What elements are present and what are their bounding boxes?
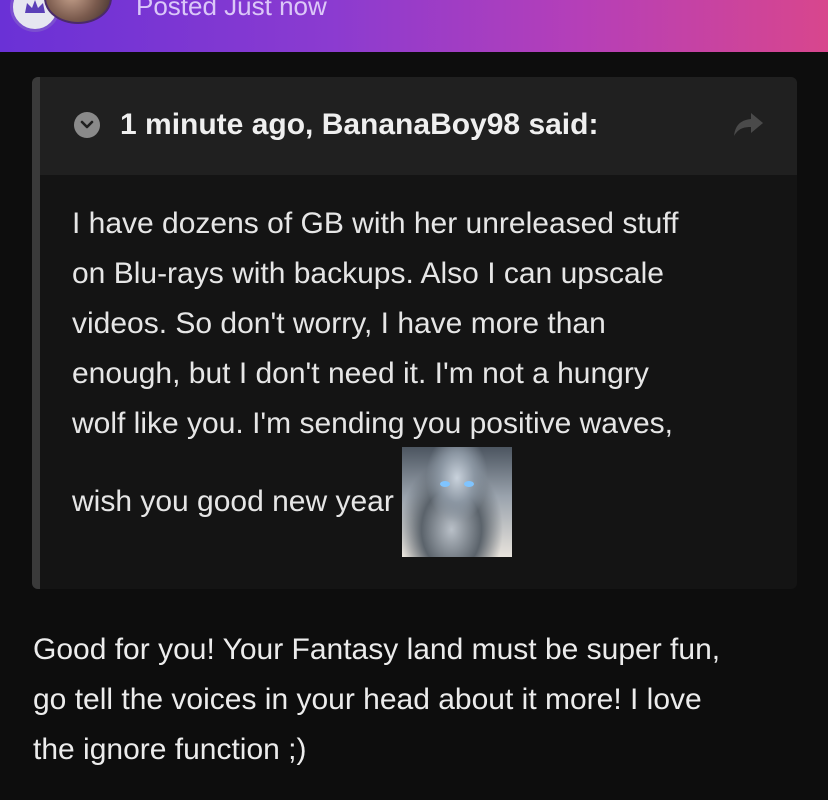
forum-post-page: Posted Just now 1 minute ago, BananaBoy9… [0, 0, 828, 800]
quote-line: on Blu-rays with backups. Also I can ups… [72, 257, 664, 290]
image-eye-left [439, 481, 450, 487]
reply-line: go tell the voices in your head about it… [33, 683, 702, 716]
image-eye-right [463, 481, 474, 487]
quote-header: 1 minute ago, BananaBoy98 said: [40, 77, 797, 175]
reply-line: Good for you! Your Fantasy land must be … [33, 633, 721, 666]
quote-line: videos. So don't worry, I have more than [72, 307, 606, 340]
quote-last-line: wish you good new year [72, 485, 394, 518]
reply-text: Good for you! Your Fantasy land must be … [33, 625, 803, 775]
quote-body: I have dozens of GB with her unreleased … [72, 199, 772, 557]
quote-line: wolf like you. I'm sending you positive … [72, 407, 674, 440]
chevron-down-icon[interactable] [74, 112, 100, 138]
quote-citation[interactable]: 1 minute ago, BananaBoy98 said: [120, 107, 598, 143]
quote-left-bar [32, 77, 40, 589]
reply-line: the ignore function ;) [33, 733, 307, 766]
quote-line: I have dozens of GB with her unreleased … [72, 207, 679, 240]
quote-line: enough, but I don't need it. I'm not a h… [72, 357, 649, 390]
quote-line-with-image: wish you good new year [72, 447, 772, 557]
post-timestamp: Posted Just now [136, 0, 327, 21]
quote-block: 1 minute ago, BananaBoy98 said: I have d… [32, 77, 797, 589]
post-author-header: Posted Just now [0, 0, 828, 52]
share-arrow-icon[interactable] [731, 109, 767, 139]
night-king-image[interactable] [401, 447, 512, 557]
